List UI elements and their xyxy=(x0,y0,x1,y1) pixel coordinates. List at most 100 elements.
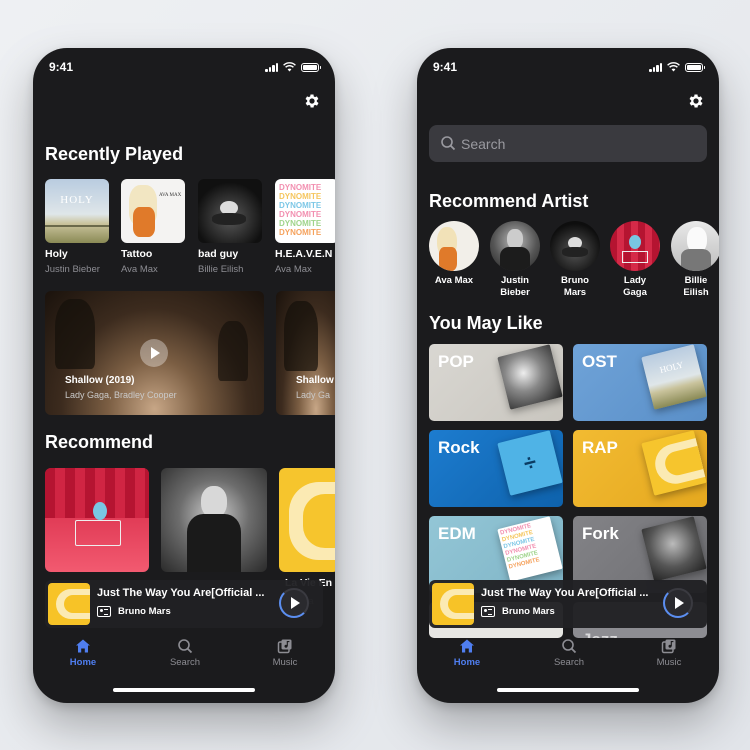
album-cover-la-vie[interactable] xyxy=(279,468,335,572)
artist-avatar xyxy=(610,221,660,271)
play-icon[interactable] xyxy=(140,339,168,367)
search-icon xyxy=(441,136,456,151)
video-card[interactable]: Shallow Lady Ga xyxy=(276,291,335,415)
music-library-icon xyxy=(277,639,292,654)
tab-label: Music xyxy=(656,657,682,668)
artist-item[interactable]: Bruno Mars xyxy=(549,221,601,299)
track-artist: Justin Bieber xyxy=(45,264,100,275)
artist-item[interactable]: Justin Bieber xyxy=(489,221,541,299)
play-button[interactable] xyxy=(663,588,693,618)
artist-name: Billie Eilish xyxy=(683,275,709,298)
holy-cover-art: HOLY xyxy=(60,194,94,206)
wifi-icon xyxy=(667,62,680,72)
battery-icon xyxy=(685,62,705,72)
recommend-heading: Recommend xyxy=(45,432,154,452)
genre-card-rap[interactable]: RAP xyxy=(573,430,707,507)
genre-label: EDM xyxy=(438,524,476,543)
tab-bar: Home Search Music xyxy=(33,638,335,678)
video-card[interactable]: Shallow (2019) Lady Gaga, Bradley Cooper xyxy=(45,291,264,415)
status-time: 9:41 xyxy=(49,60,74,74)
gear-icon[interactable] xyxy=(687,92,705,110)
home-icon xyxy=(460,639,474,653)
genre-album-art: ÷ xyxy=(497,430,563,496)
music-library-icon xyxy=(661,639,676,654)
progress-ring xyxy=(279,588,309,618)
genre-label: OST xyxy=(582,352,617,371)
status-time: 9:41 xyxy=(433,60,458,74)
track-title: Holy xyxy=(45,248,68,260)
search-input[interactable] xyxy=(461,125,681,162)
artist-name: Bruno Mars xyxy=(561,275,589,298)
genre-album-art xyxy=(641,516,707,582)
tab-label: Home xyxy=(69,657,97,668)
now-playing-cover xyxy=(432,583,474,625)
status-bar: 9:41 xyxy=(417,60,719,76)
album-cover-tattoo[interactable]: AVA MAX xyxy=(121,179,185,243)
artist-avatar xyxy=(550,221,600,271)
artist-name: Lady Gaga xyxy=(623,275,647,298)
tab-search[interactable]: Search xyxy=(539,638,599,668)
video-subtitle: Lady Gaga, Bradley Cooper xyxy=(65,390,177,400)
search-screen: 9:41 Recommend Artist Ava Max Justin Bie… xyxy=(417,48,719,703)
artist-item[interactable]: Lady Gaga xyxy=(609,221,661,299)
now-playing-cover xyxy=(48,583,90,625)
mini-player[interactable]: Just The Way You Are[Official ... Bruno … xyxy=(45,580,323,628)
tab-search[interactable]: Search xyxy=(155,638,215,668)
artist-card-icon xyxy=(481,606,495,617)
home-indicator xyxy=(497,688,639,692)
artist-name: Justin Bieber xyxy=(500,275,530,298)
track-title: Tattoo xyxy=(121,248,153,260)
tab-label: Search xyxy=(553,657,585,668)
progress-ring xyxy=(663,588,693,618)
artist-item[interactable]: Billie Eilish xyxy=(670,221,719,299)
album-cover-holy[interactable]: HOLY xyxy=(45,179,109,243)
track-artist: Billie Eilish xyxy=(198,264,244,275)
mini-player[interactable]: Just The Way You Are[Official ... Bruno … xyxy=(429,580,707,628)
status-bar: 9:41 xyxy=(33,60,335,76)
home-icon xyxy=(76,639,90,653)
home-indicator xyxy=(113,688,255,692)
genre-label: RAP xyxy=(582,438,618,457)
search-icon xyxy=(178,639,193,654)
artist-card-icon xyxy=(97,606,111,617)
track-artist: Ava Max xyxy=(121,264,158,275)
you-may-like-heading: You May Like xyxy=(429,313,543,333)
album-cover-lady-gaga[interactable] xyxy=(45,468,149,572)
genre-label: Jazz xyxy=(582,630,618,638)
track-title: H.E.A.V.E.N xyxy=(275,248,333,260)
genre-label: POP xyxy=(438,352,474,371)
album-cover-justin-bieber[interactable] xyxy=(161,468,267,572)
track-title: bad guy xyxy=(198,248,239,260)
signal-icon xyxy=(265,62,278,72)
video-subtitle: Lady Ga xyxy=(296,390,331,400)
gear-icon[interactable] xyxy=(303,92,321,110)
album-cover-heaven[interactable]: DYNOMITE DYNOMITE DYNOMITE DYNOMITE DYNOMITE… xyxy=(275,179,335,243)
tab-music[interactable]: Music xyxy=(639,638,699,668)
tab-home[interactable]: Home xyxy=(53,638,113,668)
tab-music[interactable]: Music xyxy=(255,638,315,668)
status-icons xyxy=(649,62,705,72)
search-icon xyxy=(562,639,577,654)
search-bar[interactable] xyxy=(429,125,707,162)
track-artist: Ava Max xyxy=(275,264,312,275)
tab-home[interactable]: Home xyxy=(437,638,497,668)
tab-bar: Home Search Music xyxy=(417,638,719,678)
video-title: Shallow xyxy=(296,375,334,386)
genre-album-art xyxy=(497,344,563,410)
recommend-artist-heading: Recommend Artist xyxy=(429,191,589,211)
genre-label: Fork xyxy=(582,524,619,543)
artist-item[interactable]: Ava Max xyxy=(428,221,480,287)
battery-icon xyxy=(301,62,321,72)
now-playing-artist: Bruno Mars xyxy=(118,606,171,617)
status-icons xyxy=(265,62,321,72)
album-cover-bad-guy[interactable] xyxy=(198,179,262,243)
genre-album-art xyxy=(641,430,707,496)
now-playing-artist: Bruno Mars xyxy=(502,606,555,617)
genre-card-ost[interactable]: HOLY OST xyxy=(573,344,707,421)
genre-album-art: HOLY xyxy=(641,344,707,410)
genre-card-rock[interactable]: ÷ Rock xyxy=(429,430,563,507)
signal-icon xyxy=(649,62,662,72)
genre-card-pop[interactable]: POP xyxy=(429,344,563,421)
play-button[interactable] xyxy=(279,588,309,618)
tab-label: Search xyxy=(169,657,201,668)
